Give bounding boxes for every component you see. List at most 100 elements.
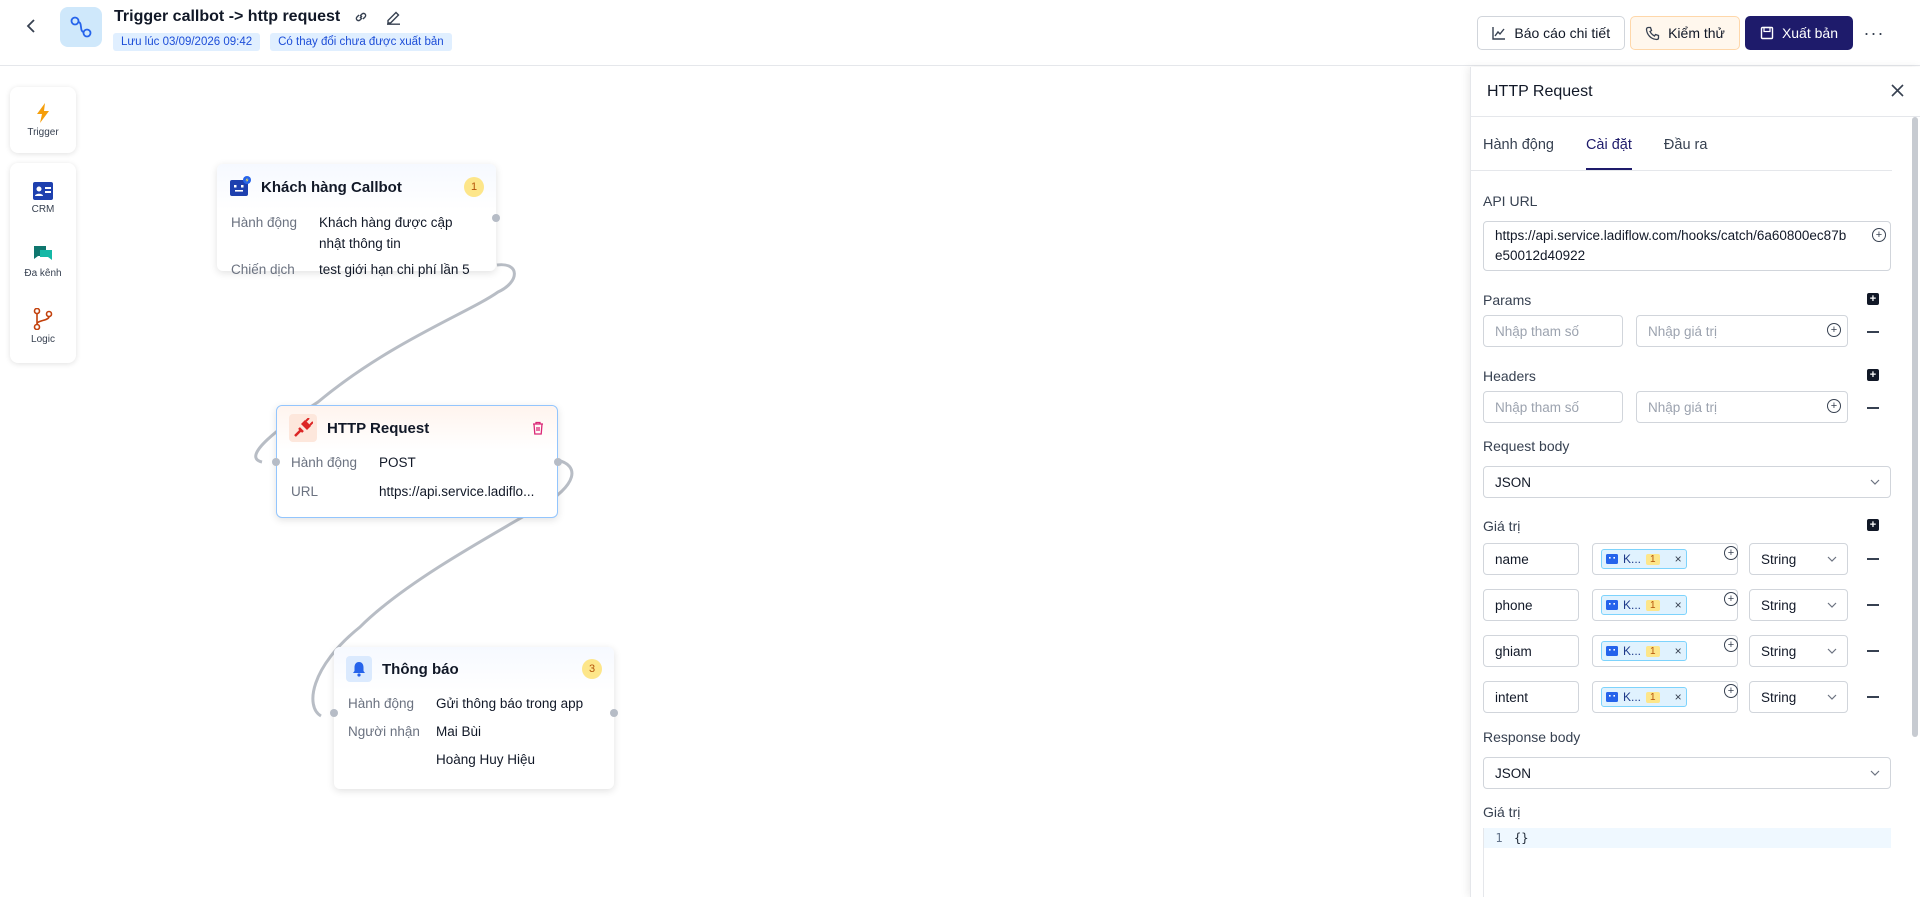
saved-at-badge: Lưu lúc 03/09/2026 09:42 <box>113 33 261 51</box>
header-key-input[interactable]: Nhập tham số <box>1483 391 1623 423</box>
variable-chip[interactable]: K... 1 × <box>1601 687 1687 707</box>
variable-chip[interactable]: K... 1 × <box>1601 549 1687 569</box>
callbot-icon <box>1606 646 1618 656</box>
field-value: Gửi thông báo trong app <box>436 696 584 711</box>
body-value-input[interactable]: K... 1 × + <box>1592 681 1738 713</box>
add-header-icon[interactable]: + <box>1867 369 1879 381</box>
response-body-label: Response body <box>1483 729 1581 745</box>
field-value: Khách hàng được cập nhật thông tin <box>319 215 453 251</box>
insert-variable-icon[interactable]: + <box>1827 323 1841 337</box>
step-badge: 3 <box>582 659 602 679</box>
body-key-input[interactable]: name <box>1483 543 1579 575</box>
params-label: Params <box>1483 292 1532 308</box>
output-port[interactable] <box>554 458 562 466</box>
tab-output[interactable]: Đầu ra <box>1664 133 1708 170</box>
panel-tabs: Hành động Cài đặt Đầu ra <box>1471 133 1892 171</box>
unpublished-badge: Có thay đổi chưa được xuất bản <box>270 33 452 51</box>
remove-row-icon[interactable] <box>1867 650 1879 652</box>
remove-header-icon[interactable] <box>1867 407 1879 409</box>
variable-chip[interactable]: K... 1 × <box>1601 595 1687 615</box>
insert-variable-icon[interactable]: + <box>1724 638 1738 652</box>
trash-icon[interactable] <box>531 421 545 435</box>
step-badge: 1 <box>464 177 484 197</box>
insert-variable-icon[interactable]: + <box>1724 684 1738 698</box>
response-body-select[interactable]: JSON <box>1483 757 1891 789</box>
remove-row-icon[interactable] <box>1867 604 1879 606</box>
field-value: Hoàng Huy Hiệu <box>436 752 536 767</box>
tab-action[interactable]: Hành động <box>1483 133 1554 170</box>
node-notification[interactable]: Thông báo 3 Hành động Gửi thông báo trong… <box>330 647 618 789</box>
add-value-icon[interactable]: + <box>1867 519 1879 531</box>
insert-variable-icon[interactable]: + <box>1872 228 1886 242</box>
type-select[interactable]: String <box>1749 543 1848 575</box>
link-icon[interactable] <box>350 6 372 28</box>
remove-chip-icon[interactable]: × <box>1675 598 1682 612</box>
node-title: Khách hàng Callbot <box>261 178 402 196</box>
report-button[interactable]: Báo cáo chi tiết <box>1477 16 1626 50</box>
response-code-editor[interactable]: 1 {} <box>1483 828 1891 897</box>
node-http-request[interactable]: HTTP Request Hành động POST URL https://ap… <box>272 405 562 518</box>
variable-chip[interactable]: K... 1 × <box>1601 641 1687 661</box>
edit-icon[interactable] <box>382 6 404 28</box>
add-param-icon[interactable]: + <box>1867 293 1879 305</box>
insert-variable-icon[interactable]: + <box>1724 592 1738 606</box>
bell-icon <box>346 656 372 682</box>
close-icon[interactable] <box>1891 83 1904 100</box>
body-value-input[interactable]: K... 1 × + <box>1592 635 1738 667</box>
body-key-input[interactable]: intent <box>1483 681 1579 713</box>
back-button[interactable] <box>20 14 44 38</box>
body-value-input[interactable]: K... 1 × + <box>1592 589 1738 621</box>
phone-icon <box>1645 26 1660 40</box>
node-title: HTTP Request <box>327 419 430 437</box>
chevron-down-icon <box>1870 770 1880 776</box>
request-body-select[interactable]: JSON <box>1483 466 1891 498</box>
field-label: Hành động <box>348 696 415 711</box>
input-port[interactable] <box>330 709 338 717</box>
panel-scrollbar[interactable] <box>1912 117 1918 737</box>
type-select[interactable]: String <box>1749 681 1848 713</box>
field-value: Mai Bùi <box>436 724 482 739</box>
chevron-down-icon <box>1827 648 1837 654</box>
type-select[interactable]: String <box>1749 589 1848 621</box>
remove-chip-icon[interactable]: × <box>1675 644 1682 658</box>
page-title: Trigger callbot -> http request <box>114 8 341 25</box>
node-callbot[interactable]: Khách hàng Callbot 1 Hành động Khách hàng… <box>217 164 500 277</box>
remove-row-icon[interactable] <box>1867 696 1879 698</box>
body-key-input[interactable]: phone <box>1483 589 1579 621</box>
input-port[interactable] <box>272 458 280 466</box>
type-select[interactable]: String <box>1749 635 1848 667</box>
insert-variable-icon[interactable]: + <box>1827 399 1841 413</box>
line-number: 1 <box>1495 831 1503 845</box>
field-label: Chiến dịch <box>231 262 295 277</box>
field-label: Hành động <box>291 455 358 470</box>
code-text: {} <box>1514 831 1529 845</box>
param-value-input[interactable]: Nhập giá trị + <box>1636 315 1848 347</box>
body-key-input[interactable]: ghiam <box>1483 635 1579 667</box>
request-body-label: Request body <box>1483 438 1570 454</box>
param-key-input[interactable]: Nhập tham số <box>1483 315 1623 347</box>
field-value: https://api.service.ladiflo... <box>379 484 535 499</box>
field-value: POST <box>379 455 416 470</box>
chevron-down-icon <box>1827 694 1837 700</box>
field-label: URL <box>291 484 319 499</box>
output-port[interactable] <box>610 709 618 717</box>
insert-variable-icon[interactable]: + <box>1724 546 1738 560</box>
test-button[interactable]: Kiểm thử <box>1630 16 1740 50</box>
header-value-input[interactable]: Nhập giá trị + <box>1636 391 1848 423</box>
api-url-input[interactable]: https://api.service.ladiflow.com/hooks/c… <box>1483 221 1891 271</box>
output-port[interactable] <box>492 214 500 222</box>
remove-chip-icon[interactable]: × <box>1675 552 1682 566</box>
remove-row-icon[interactable] <box>1867 558 1879 560</box>
top-bar: Trigger callbot -> http request Lưu lúc … <box>0 0 1920 66</box>
workflow-canvas[interactable]: Trigger CRM Đa kênh Logic Khách hàng Cal… <box>0 67 1470 897</box>
publish-button[interactable]: Xuất bản <box>1744 16 1853 50</box>
remove-chip-icon[interactable]: × <box>1675 690 1682 704</box>
field-label: Hành động <box>231 215 298 230</box>
callbot-icon <box>230 176 251 196</box>
save-icon <box>1760 26 1774 40</box>
remove-param-icon[interactable] <box>1867 331 1879 333</box>
more-options-button[interactable]: ··· <box>1858 16 1890 50</box>
body-value-input[interactable]: K... 1 × + <box>1592 543 1738 575</box>
values-label: Giá trị <box>1483 518 1521 534</box>
tab-settings[interactable]: Cài đặt <box>1585 133 1632 170</box>
